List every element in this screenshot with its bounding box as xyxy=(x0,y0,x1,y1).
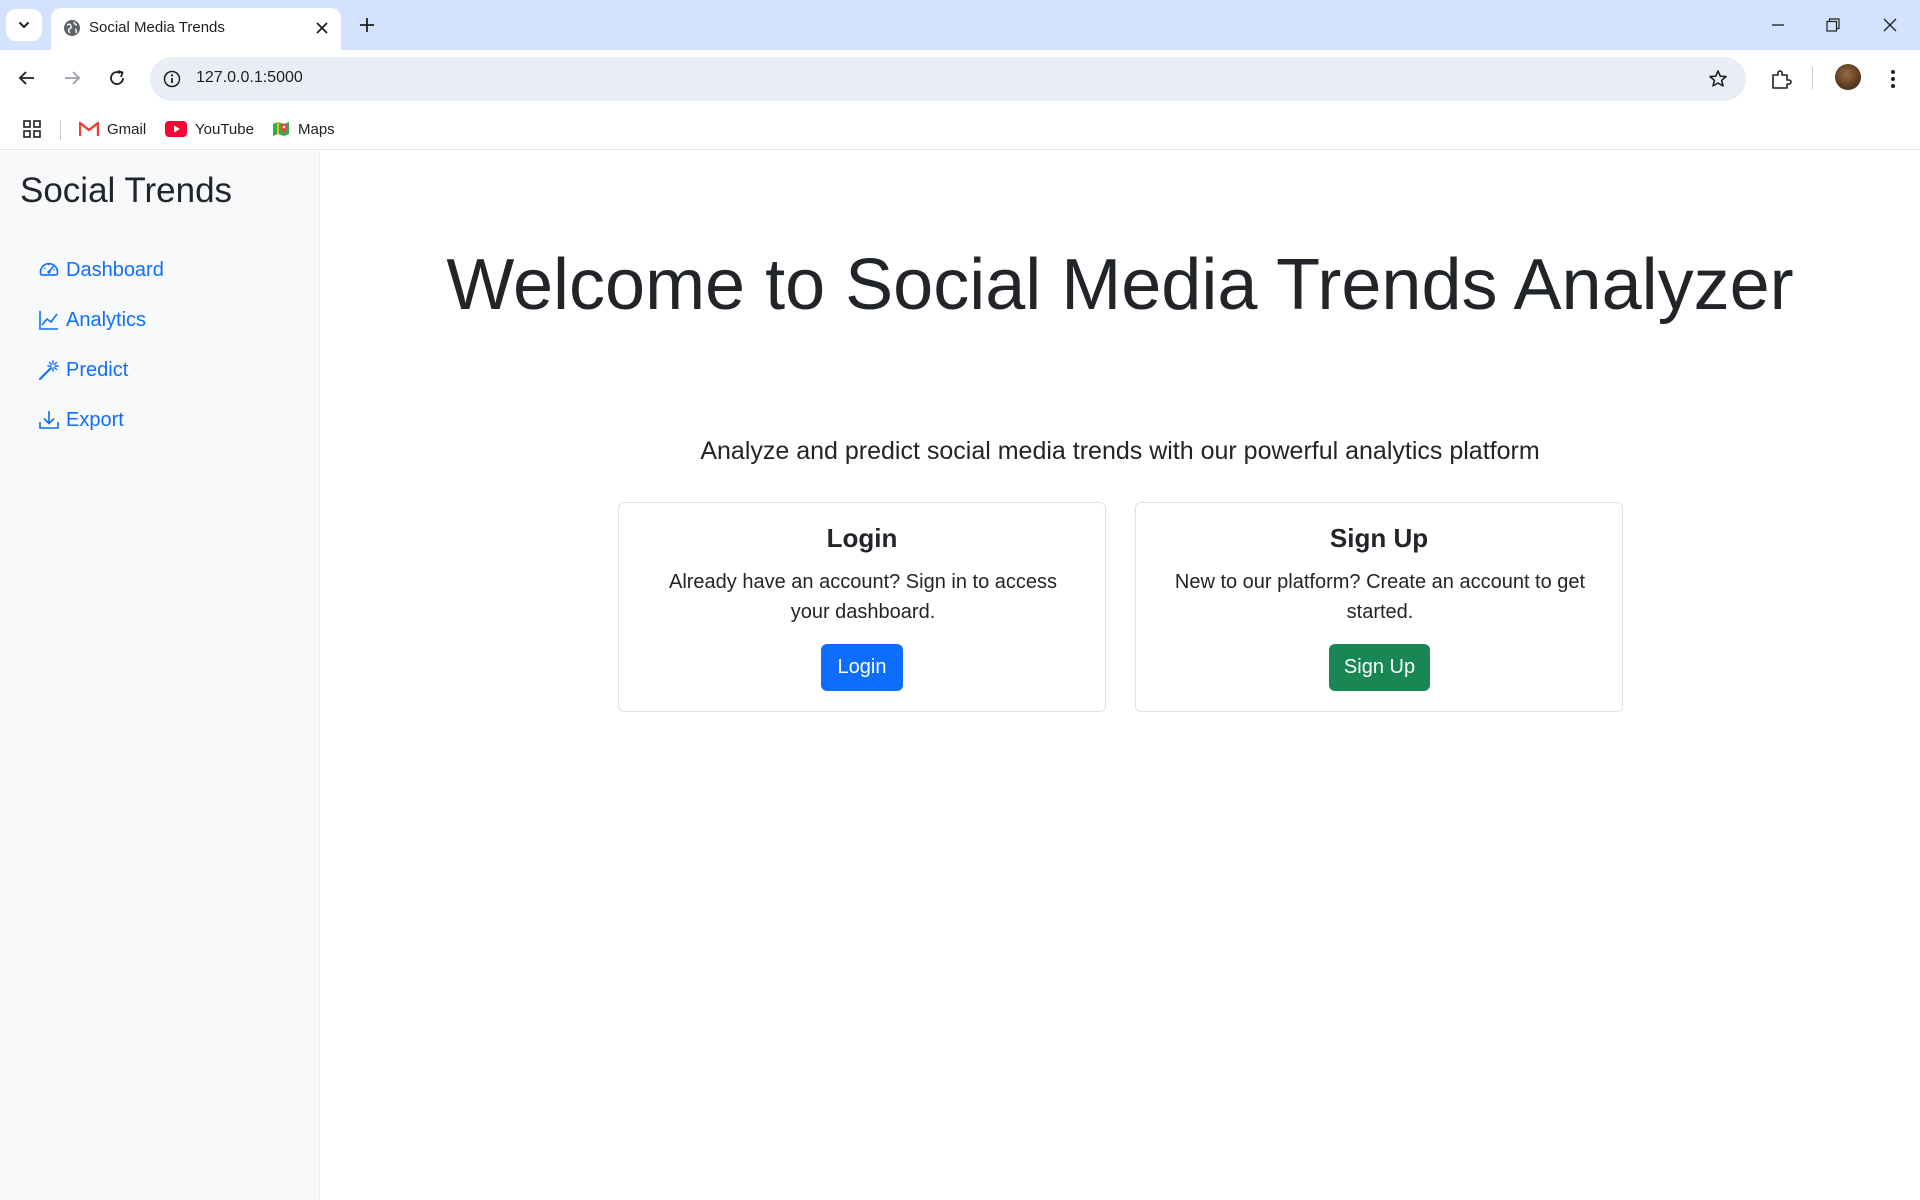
tab-title: Social Media Trends xyxy=(89,19,225,36)
login-card-text: Already have an account? Sign in to acce… xyxy=(668,571,1058,623)
bookmarks-bar: Gmail YouTube Maps xyxy=(0,108,1920,150)
signup-card: Sign Up New to our platform? Create an a… xyxy=(1135,502,1623,712)
sidebar-item-label: Analytics xyxy=(66,308,147,331)
sidebar-item-label: Dashboard xyxy=(66,258,164,281)
site-info-button[interactable] xyxy=(160,67,184,91)
line-chart-icon xyxy=(39,311,58,330)
sidebar-item-predict[interactable]: Predict xyxy=(38,355,164,385)
sidebar-item-export[interactable]: Export xyxy=(38,405,164,435)
chevron-down-icon xyxy=(19,22,29,28)
restore-icon xyxy=(1826,18,1840,32)
speedometer-icon xyxy=(39,262,59,276)
reload-icon xyxy=(110,70,124,85)
bookmark-gmail[interactable]: Gmail xyxy=(79,116,146,142)
puzzle-icon xyxy=(1772,70,1792,89)
bookmark-youtube[interactable]: YouTube xyxy=(165,116,254,142)
hero-lead: Analyze and predict social media trends … xyxy=(700,437,1540,465)
back-button[interactable] xyxy=(10,61,44,95)
apps-grid-icon xyxy=(23,120,41,138)
reload-button[interactable] xyxy=(100,61,134,95)
maps-icon xyxy=(273,122,289,136)
arrow-right-icon xyxy=(65,71,81,85)
close-icon xyxy=(316,22,328,34)
signup-card-title: Sign Up xyxy=(1329,523,1429,553)
sidebar-item-label: Predict xyxy=(66,358,129,381)
bookmark-label: Maps xyxy=(298,120,335,138)
close-icon xyxy=(1883,18,1897,32)
bookmarks-divider xyxy=(60,120,61,140)
url-text: 127.0.0.1:5000 xyxy=(196,69,303,86)
signup-card-text: New to our platform? Create an account t… xyxy=(1174,571,1586,623)
sidebar-nav: Dashboard Analytics Predict Export xyxy=(38,255,164,455)
sidebar-brand: Social Trends xyxy=(20,171,233,210)
new-tab-button[interactable] xyxy=(353,11,381,39)
bookmark-label: YouTube xyxy=(195,120,254,138)
tab-search-button[interactable] xyxy=(6,9,42,41)
browser-tab-strip: Social Media Trends xyxy=(0,0,1920,50)
extensions-button[interactable] xyxy=(1763,61,1799,97)
close-window-button[interactable] xyxy=(1872,10,1908,40)
more-vertical-icon xyxy=(1891,70,1895,88)
login-button[interactable]: Login xyxy=(821,644,903,691)
sidebar-item-label: Export xyxy=(66,408,124,431)
address-bar[interactable]: 127.0.0.1:5000 xyxy=(150,57,1746,101)
login-card-title: Login xyxy=(826,523,898,553)
menu-button[interactable] xyxy=(1875,61,1911,97)
arrow-left-icon xyxy=(18,71,34,85)
sidebar-item-analytics[interactable]: Analytics xyxy=(38,305,164,335)
page-title: Welcome to Social Media Trends Analyzer xyxy=(446,245,1794,325)
browser-tab[interactable]: Social Media Trends xyxy=(51,8,341,50)
profile-avatar[interactable] xyxy=(1835,64,1861,90)
youtube-icon xyxy=(165,121,187,137)
star-icon xyxy=(1709,70,1727,87)
info-icon xyxy=(163,70,181,88)
main-content: Welcome to Social Media Trends Analyzer … xyxy=(320,151,1920,1200)
bookmark-star-button[interactable] xyxy=(1706,67,1730,91)
bookmark-maps[interactable]: Maps xyxy=(272,116,335,142)
bookmark-label: Gmail xyxy=(107,120,147,138)
sidebar: Social Trends Dashboard Analytics Predic… xyxy=(0,151,320,1200)
forward-button[interactable] xyxy=(55,61,89,95)
apps-button[interactable] xyxy=(20,117,44,141)
magic-wand-icon xyxy=(39,360,59,380)
plus-icon xyxy=(360,18,374,32)
browser-toolbar: 127.0.0.1:5000 xyxy=(0,50,1920,108)
minimize-button[interactable] xyxy=(1760,10,1796,40)
toolbar-divider xyxy=(1812,67,1813,89)
login-card: Login Already have an account? Sign in t… xyxy=(618,502,1106,712)
tab-close-button[interactable] xyxy=(311,17,333,39)
minimize-icon xyxy=(1772,24,1784,26)
globe-icon xyxy=(64,20,80,36)
download-icon xyxy=(39,411,59,429)
signup-button[interactable]: Sign Up xyxy=(1329,644,1430,691)
restore-button[interactable] xyxy=(1815,10,1851,40)
gmail-icon xyxy=(79,121,99,136)
sidebar-item-dashboard[interactable]: Dashboard xyxy=(38,255,164,285)
